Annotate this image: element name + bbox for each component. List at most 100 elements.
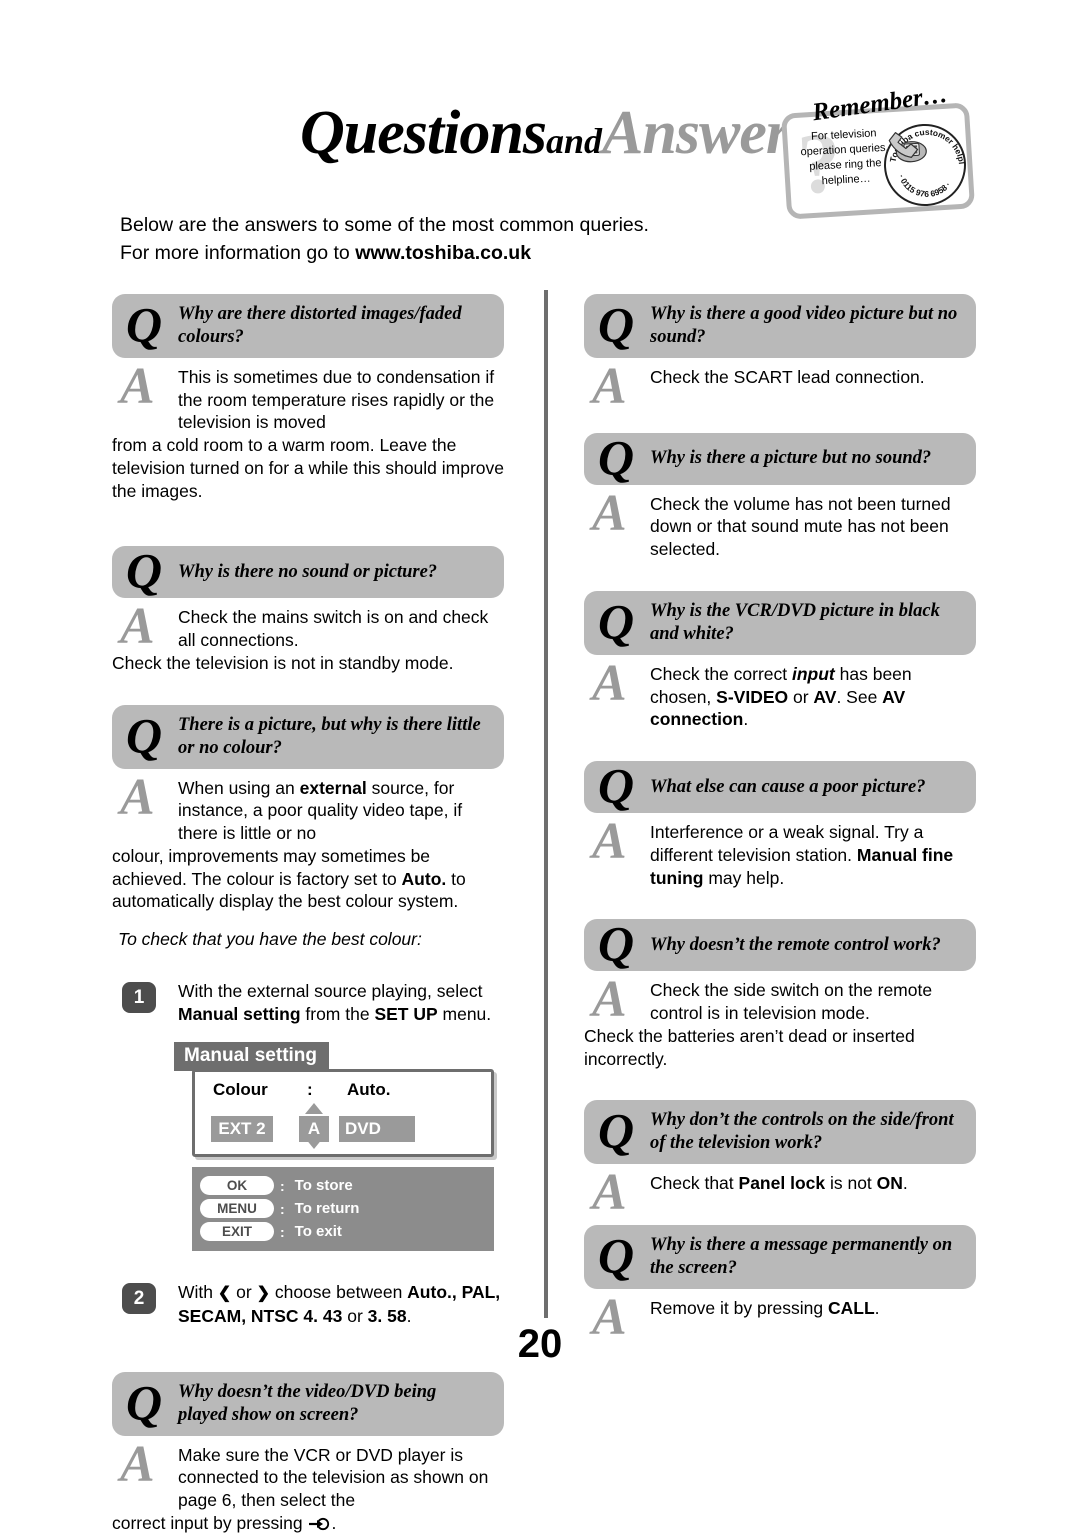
osd-chip-dvd[interactable]: DVD — [339, 1116, 415, 1143]
legend-row: OK : To store — [192, 1174, 494, 1197]
a-glyph-icon: A — [592, 813, 627, 870]
svg-text:· 0115 976 6958 ·: · 0115 976 6958 · — [896, 171, 953, 201]
q-glyph-icon: Q — [598, 296, 635, 353]
answer-indented: When using an external source, for insta… — [178, 777, 463, 844]
question-bar: Q Why is the VCR/DVD picture in black an… — [584, 590, 976, 655]
right-column: Q Why is there a good video picture but … — [584, 294, 976, 1343]
osd-chip-a[interactable]: A — [299, 1116, 329, 1143]
step-item: 1 With the external source playing, sele… — [112, 980, 504, 1026]
osd-legend: OK : To store MENU : To return EXIT : To… — [192, 1167, 494, 1252]
osd-colon: : — [307, 1080, 313, 1100]
legend-row: EXIT : To exit — [192, 1220, 494, 1243]
q-glyph-icon: Q — [126, 543, 163, 600]
triangle-up-icon[interactable] — [305, 1103, 323, 1115]
answer-wrap: A Check the correct input has been chose… — [584, 655, 976, 731]
legend-colon: : — [280, 1223, 285, 1240]
answer-wrap: A Interference or a weak signal. Try a d… — [584, 813, 976, 889]
question-bar: Q There is a picture, but why is there l… — [112, 704, 504, 769]
question-text: There is a picture, but why is there lit… — [178, 714, 481, 758]
legend-row: MENU : To return — [192, 1197, 494, 1220]
answer-wrap: A Check the side switch on the remote co… — [584, 971, 976, 1070]
question-text: Why is there a message permanently on th… — [650, 1234, 953, 1278]
answer-full: correct input by pressing . — [112, 1512, 504, 1535]
question-text: Why are there distorted images/faded col… — [178, 304, 462, 347]
menu-button[interactable]: MENU — [200, 1199, 274, 1219]
q-glyph-icon: Q — [598, 1227, 635, 1284]
a-glyph-icon: A — [592, 484, 627, 542]
page-title-and: and — [545, 121, 602, 161]
q-glyph-icon: Q — [126, 707, 163, 764]
toshiba-url[interactable]: www.toshiba.co.uk — [355, 242, 531, 264]
question-bar: Q Why doesn’t the remote control work? — [584, 919, 976, 972]
page-title-questions: Questions — [300, 99, 547, 167]
osd-chip-ext2[interactable]: EXT 2 — [211, 1116, 273, 1143]
answer-wrap: A Check the mains switch is on and check… — [112, 598, 504, 674]
osd-manual-setting: Manual setting Colour : Auto. EXT 2 A DV… — [174, 1041, 494, 1252]
ok-button[interactable]: OK — [200, 1176, 274, 1196]
q-glyph-icon: Q — [598, 593, 635, 650]
answer-wrap: A Check the volume has not been turned d… — [584, 485, 976, 561]
answer-text: Check the SCART lead connection. — [584, 366, 976, 389]
qa-block: Q Why doesn’t the remote control work? A… — [584, 919, 976, 1070]
intro-line-1: Below are the answers to some of the mos… — [120, 214, 649, 236]
exit-button[interactable]: EXIT — [200, 1222, 274, 1242]
page-number: 20 — [517, 1322, 563, 1366]
legend-colon: : — [280, 1200, 285, 1217]
answer-indented: Check the side switch on the remote cont… — [650, 980, 933, 1023]
question-text: Why is there a picture but no sound? — [650, 448, 932, 469]
question-text: Why don’t the controls on the side/front… — [650, 1110, 954, 1154]
input-select-icon — [308, 1517, 329, 1531]
question-bar: Q What else can cause a poor picture? — [584, 761, 976, 813]
answer-full: Check the batteries aren’t dead or inser… — [584, 1025, 915, 1069]
osd-colour-label: Colour — [213, 1080, 268, 1100]
legend-action: To exit — [294, 1223, 342, 1241]
question-bar: Q Why is there no sound or picture? — [112, 543, 504, 600]
answer-indented: Check the mains switch is on and check a… — [178, 607, 489, 651]
qa-block: Q Why is there a good video picture but … — [584, 294, 976, 413]
qa-block: Q Why is there a picture but no sound? A… — [584, 429, 976, 561]
answer-text: Check the mains switch is on and check a… — [112, 606, 504, 674]
step-text: With the external source playing, select… — [178, 981, 492, 1024]
question-text: Why is the VCR/DVD picture in black and … — [650, 600, 940, 644]
answer-text: Check that Panel lock is not ON. — [584, 1172, 976, 1195]
answer-wrap: A Make sure the VCR or DVD player is con… — [112, 1436, 504, 1535]
column-divider — [544, 290, 548, 1318]
qa-block: Q What else can cause a poor picture? A … — [584, 761, 976, 889]
answer-indented: Check that Panel lock is not ON. — [650, 1173, 908, 1194]
question-bar: Q Why don’t the controls on the side/fro… — [584, 1100, 976, 1165]
a-glyph-icon: A — [120, 357, 155, 415]
answer-text: Check the volume has not been turned dow… — [584, 493, 976, 561]
qa-block: Q Why is there no sound or picture? A Ch… — [112, 546, 504, 674]
question-text: What else can cause a poor picture? — [650, 776, 926, 797]
a-glyph-icon: A — [120, 1435, 155, 1493]
qa-block: Q Why are there distorted images/faded c… — [112, 294, 504, 502]
answer-indented: Check the correct input has been chosen,… — [650, 663, 912, 730]
answer-full: colour, improvements may sometimes be ac… — [112, 845, 466, 912]
q-glyph-icon: Q — [598, 429, 635, 486]
step-number-badge: 2 — [122, 1283, 156, 1315]
answer-full-prefix: correct input by pressing — [112, 1512, 308, 1533]
q-glyph-icon: Q — [598, 1102, 635, 1159]
answer-text: Interference or a weak signal. Try a dif… — [584, 821, 976, 889]
answer-wrap: A Remove it by pressing CALL. — [584, 1289, 976, 1343]
legend-action: To store — [294, 1177, 353, 1195]
step-number-badge: 1 — [122, 982, 156, 1013]
remember-badge: ? Remember… For television operation que… — [778, 81, 978, 220]
osd-title: Manual setting — [174, 1041, 330, 1072]
question-text: Why doesn’t the video/DVD being played s… — [178, 1381, 437, 1425]
best-colour-note: To check that you have the best colour: — [118, 929, 422, 949]
answer-full-suffix: . — [331, 1512, 337, 1533]
question-text: Why is there a good video picture but no… — [650, 304, 958, 347]
osd-colour-value: Auto. — [347, 1080, 391, 1100]
question-bar: Q Why is there a picture but no sound? — [584, 429, 976, 486]
a-glyph-icon: A — [120, 768, 155, 826]
